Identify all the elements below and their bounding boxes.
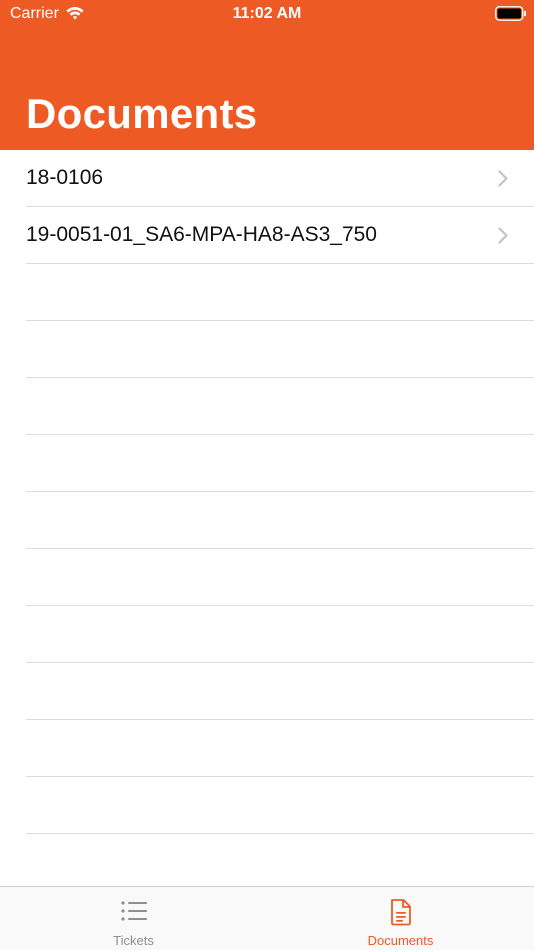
empty-row bbox=[26, 606, 534, 663]
tab-tickets-label: Tickets bbox=[113, 933, 154, 948]
screen: Carrier 11:02 AM Documents 18-0106 19-00… bbox=[0, 0, 534, 950]
empty-row bbox=[26, 435, 534, 492]
empty-row bbox=[26, 321, 534, 378]
document-name: 18-0106 bbox=[26, 166, 104, 189]
status-time: 11:02 AM bbox=[232, 5, 302, 22]
navigation-header: Carrier 11:02 AM Documents bbox=[0, 0, 534, 150]
empty-row bbox=[26, 378, 534, 435]
empty-row bbox=[26, 777, 534, 834]
list-icon bbox=[120, 901, 147, 921]
documents-list: 18-0106 19-0051-01_SA6-MPA-HA8-AS3_750 bbox=[0, 150, 534, 891]
tab-documents[interactable]: Documents bbox=[267, 887, 534, 950]
document-row[interactable]: 19-0051-01_SA6-MPA-HA8-AS3_750 bbox=[26, 207, 534, 264]
battery-icon bbox=[495, 6, 526, 21]
empty-row bbox=[26, 492, 534, 549]
tab-bar: Tickets Documents bbox=[0, 886, 534, 950]
chevron-right-icon bbox=[498, 227, 508, 244]
empty-row bbox=[26, 720, 534, 777]
empty-row bbox=[26, 549, 534, 606]
empty-row bbox=[26, 663, 534, 720]
tab-documents-label: Documents bbox=[367, 933, 434, 948]
empty-row bbox=[26, 834, 534, 891]
empty-row bbox=[26, 264, 534, 321]
chevron-right-icon bbox=[498, 170, 508, 187]
tab-tickets[interactable]: Tickets bbox=[0, 887, 267, 950]
document-icon bbox=[390, 899, 411, 926]
status-bar: Carrier 11:02 AM bbox=[0, 0, 534, 28]
document-name: 19-0051-01_SA6-MPA-HA8-AS3_750 bbox=[26, 223, 377, 246]
document-row[interactable]: 18-0106 bbox=[26, 150, 534, 207]
page-title: Documents bbox=[26, 90, 258, 137]
